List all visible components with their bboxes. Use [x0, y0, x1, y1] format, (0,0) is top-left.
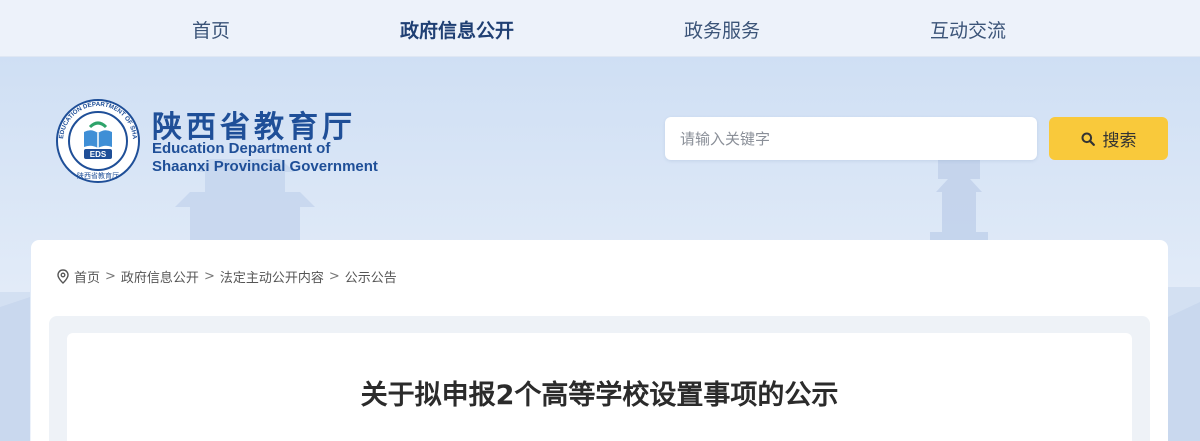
nav-item-home[interactable]: 首页	[192, 16, 230, 43]
nav-item-gov-services[interactable]: 政务服务	[684, 16, 760, 43]
top-navigation: 首页 政府信息公开 政务服务 互动交流	[0, 0, 1200, 57]
department-logo[interactable]: EDUCATION DEPARTMENT OF SHAANXI 陕西省教育厅 E…	[54, 94, 140, 183]
search-icon	[1081, 132, 1095, 146]
search-button[interactable]: 搜索	[1049, 117, 1168, 160]
brand-name-en-line2: Shaanxi Provincial Government	[152, 158, 378, 175]
breadcrumb-item-announcements[interactable]: 公示公告	[345, 267, 397, 286]
brand-name-en: Education Department of Shaanxi Provinci…	[152, 140, 378, 176]
svg-text:EDS: EDS	[90, 150, 107, 159]
nav-item-gov-info[interactable]: 政府信息公开	[400, 16, 514, 43]
location-pin-icon	[57, 268, 69, 284]
search-input[interactable]	[665, 117, 1037, 160]
breadcrumb-separator: >	[328, 268, 340, 284]
search-button-label: 搜索	[1102, 131, 1137, 151]
article-title: 关于拟申报2个高等学校设置事项的公示	[360, 380, 839, 411]
brand-name-en-line1: Education Department of	[152, 140, 331, 157]
breadcrumb-item-statutory-content[interactable]: 法定主动公开内容	[220, 267, 324, 286]
nav-item-interaction[interactable]: 互动交流	[930, 16, 1006, 43]
breadcrumb-separator: >	[105, 268, 116, 284]
breadcrumb-item-gov-info[interactable]: 政府信息公开	[121, 267, 199, 286]
breadcrumb: 首页 > 政府信息公开 > 法定主动公开内容 > 公示公告	[57, 266, 397, 286]
breadcrumb-separator: >	[203, 268, 215, 284]
svg-text:陕西省教育厅: 陕西省教育厅	[77, 171, 119, 180]
breadcrumb-item-home[interactable]: 首页	[74, 267, 100, 286]
